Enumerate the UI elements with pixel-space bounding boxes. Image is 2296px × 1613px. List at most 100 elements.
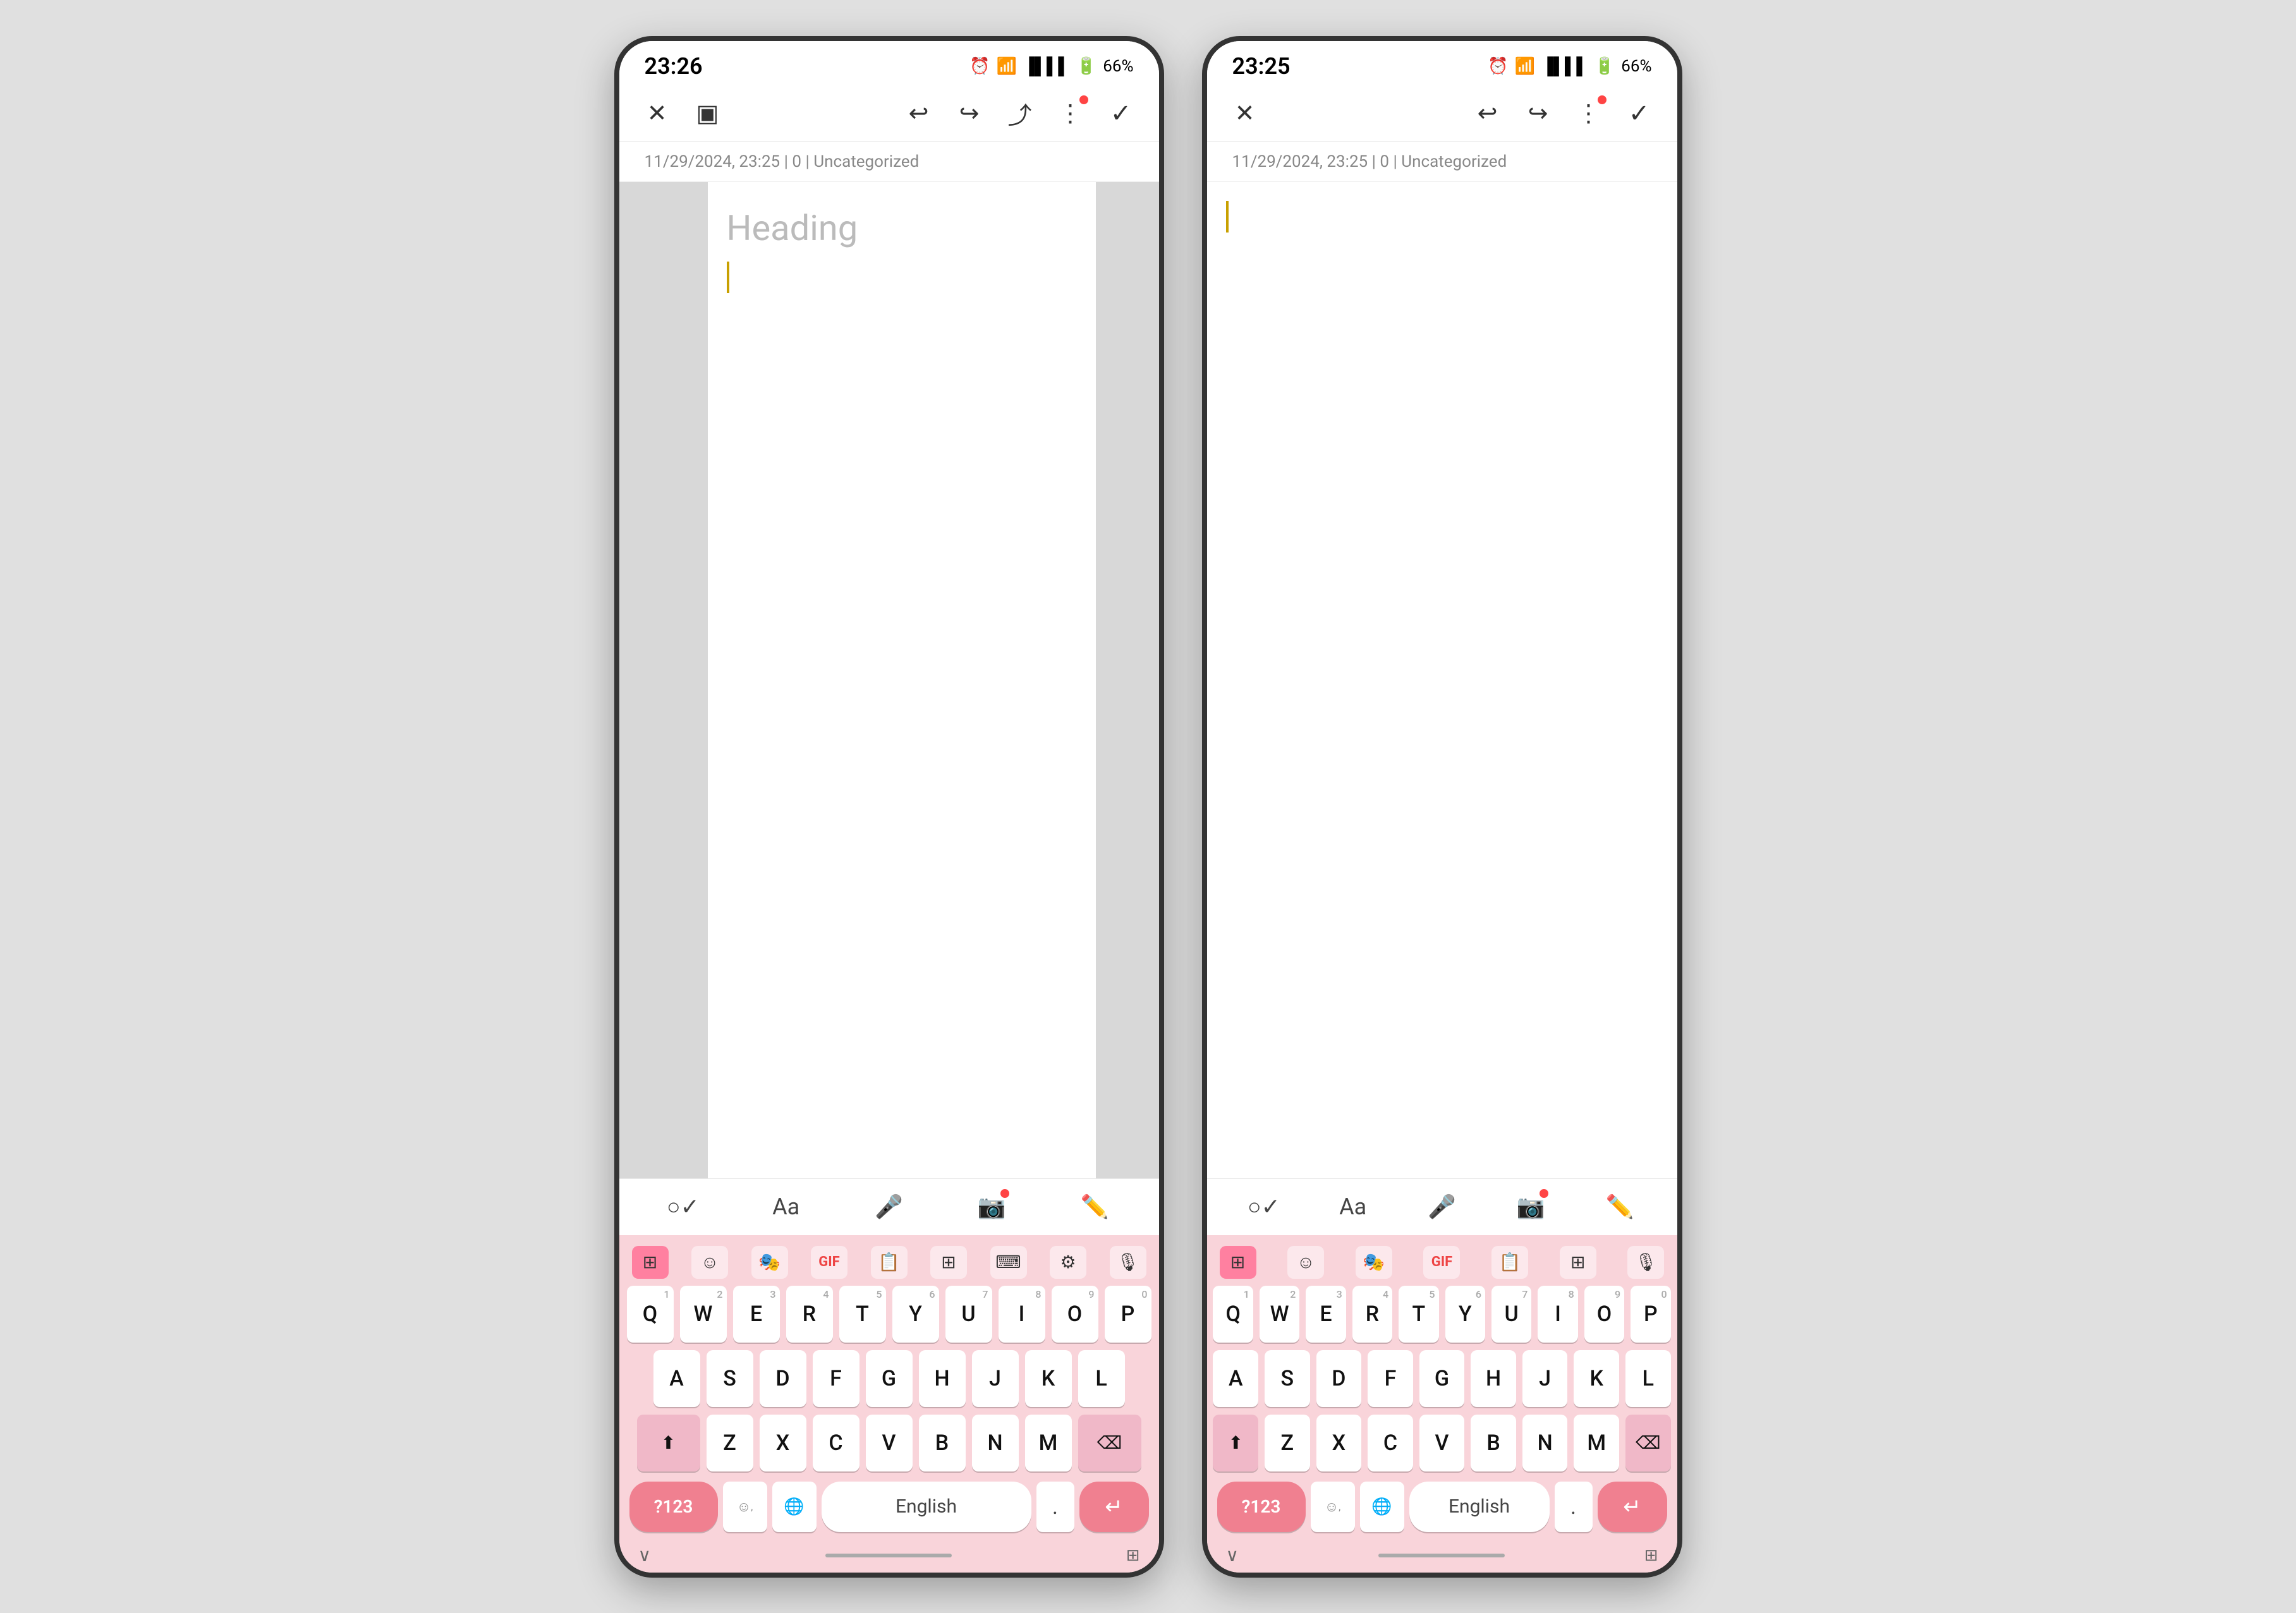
- key-u[interactable]: U7: [945, 1286, 992, 1343]
- key-i[interactable]: I8: [999, 1286, 1045, 1343]
- close-button-r[interactable]: ✕: [1226, 94, 1264, 132]
- space-key[interactable]: English: [822, 1482, 1031, 1532]
- key-x[interactable]: X: [760, 1415, 806, 1471]
- kb-emoji-icon-r[interactable]: ☺: [1287, 1246, 1324, 1279]
- key-u-r[interactable]: U7: [1491, 1286, 1531, 1343]
- voice-icon[interactable]: 🎤: [870, 1188, 908, 1226]
- num-key[interactable]: ?123: [629, 1482, 718, 1532]
- emoji-key[interactable]: ☺,: [723, 1482, 767, 1532]
- key-j-r[interactable]: J: [1522, 1350, 1568, 1407]
- key-y[interactable]: Y6: [892, 1286, 939, 1343]
- shift-key-r[interactable]: ⬆: [1213, 1415, 1258, 1471]
- text-format-icon[interactable]: Aa: [767, 1188, 805, 1226]
- camera-icon[interactable]: 📷: [973, 1188, 1011, 1226]
- kb-numpad-icon-r[interactable]: ⊞: [1560, 1246, 1596, 1279]
- check-circle-icon[interactable]: ○✓: [664, 1188, 702, 1226]
- kb-chevron-right[interactable]: ∨: [1226, 1545, 1239, 1566]
- key-d[interactable]: D: [760, 1350, 806, 1407]
- kb-apps-icon-r[interactable]: ⊞: [1220, 1246, 1256, 1279]
- kb-sticker-icon-r[interactable]: 🎭: [1356, 1246, 1392, 1279]
- kb-emoji-icon[interactable]: ☺: [691, 1246, 728, 1279]
- kb-clipboard-icon[interactable]: 📋: [871, 1246, 908, 1279]
- key-p[interactable]: P0: [1105, 1286, 1151, 1343]
- key-v-r[interactable]: V: [1419, 1415, 1465, 1471]
- key-t-r[interactable]: T5: [1399, 1286, 1438, 1343]
- more-button-r[interactable]: ⋮: [1570, 94, 1608, 132]
- globe-key-r[interactable]: 🌐: [1360, 1482, 1404, 1532]
- check-circle-icon-r[interactable]: ○✓: [1245, 1188, 1283, 1226]
- space-key-r[interactable]: English: [1409, 1482, 1550, 1532]
- key-g-r[interactable]: G: [1419, 1350, 1465, 1407]
- backspace-key-r[interactable]: ⌫: [1625, 1415, 1671, 1471]
- enter-key-r[interactable]: ↵: [1598, 1482, 1667, 1532]
- kb-settings-icon[interactable]: ⚙: [1050, 1246, 1086, 1279]
- panel-button[interactable]: ▣: [689, 94, 727, 132]
- key-m-r[interactable]: M: [1574, 1415, 1619, 1471]
- key-o-r[interactable]: O9: [1584, 1286, 1624, 1343]
- key-p-r[interactable]: P0: [1631, 1286, 1670, 1343]
- key-s-r[interactable]: S: [1265, 1350, 1310, 1407]
- dot-key[interactable]: .: [1036, 1482, 1074, 1532]
- confirm-button[interactable]: ✓: [1102, 94, 1140, 132]
- key-h-r[interactable]: H: [1471, 1350, 1516, 1407]
- redo-button[interactable]: ↪: [951, 94, 988, 132]
- key-s[interactable]: S: [707, 1350, 753, 1407]
- key-c[interactable]: C: [813, 1415, 859, 1471]
- key-i-r[interactable]: I8: [1538, 1286, 1577, 1343]
- key-g[interactable]: G: [866, 1350, 913, 1407]
- key-v[interactable]: V: [866, 1415, 913, 1471]
- key-w[interactable]: W2: [680, 1286, 727, 1343]
- undo-button-r[interactable]: ↩: [1469, 94, 1507, 132]
- key-b-r[interactable]: B: [1471, 1415, 1516, 1471]
- key-m[interactable]: M: [1025, 1415, 1072, 1471]
- key-b[interactable]: B: [919, 1415, 966, 1471]
- redo-button-r[interactable]: ↪: [1519, 94, 1557, 132]
- dot-key-r[interactable]: .: [1555, 1482, 1593, 1532]
- key-h[interactable]: H: [919, 1350, 966, 1407]
- key-a-r[interactable]: A: [1213, 1350, 1258, 1407]
- key-z[interactable]: Z: [707, 1415, 753, 1471]
- key-n[interactable]: N: [972, 1415, 1019, 1471]
- key-k[interactable]: K: [1025, 1350, 1072, 1407]
- num-key-r[interactable]: ?123: [1217, 1482, 1306, 1532]
- key-q[interactable]: Q1: [627, 1286, 674, 1343]
- shift-key[interactable]: ⬆: [637, 1415, 700, 1471]
- kb-mic-icon[interactable]: 🎙: [1110, 1246, 1146, 1279]
- kb-clipboard-icon-r[interactable]: 📋: [1491, 1246, 1528, 1279]
- undo-button[interactable]: ↩: [900, 94, 938, 132]
- key-d-r[interactable]: D: [1316, 1350, 1362, 1407]
- key-l[interactable]: L: [1078, 1350, 1125, 1407]
- share-button[interactable]: ⤴: [1001, 94, 1039, 132]
- key-a[interactable]: A: [653, 1350, 700, 1407]
- confirm-button-r[interactable]: ✓: [1620, 94, 1658, 132]
- pen-icon[interactable]: ✏️: [1076, 1188, 1114, 1226]
- key-r[interactable]: R4: [786, 1286, 833, 1343]
- more-button[interactable]: ⋮: [1052, 94, 1090, 132]
- key-e-r[interactable]: E3: [1306, 1286, 1345, 1343]
- kb-chevron-left[interactable]: ∨: [638, 1545, 652, 1566]
- key-w-r[interactable]: W2: [1260, 1286, 1299, 1343]
- key-q-r[interactable]: Q1: [1213, 1286, 1253, 1343]
- kb-apps-icon[interactable]: ⊞: [632, 1246, 669, 1279]
- key-x-r[interactable]: X: [1316, 1415, 1362, 1471]
- camera-icon-r[interactable]: 📷: [1512, 1188, 1550, 1226]
- kb-hide-icon[interactable]: ⌨: [990, 1246, 1027, 1279]
- text-format-icon-r[interactable]: Aa: [1334, 1188, 1372, 1226]
- enter-key[interactable]: ↵: [1079, 1482, 1149, 1532]
- key-t[interactable]: T5: [839, 1286, 886, 1343]
- key-f[interactable]: F: [813, 1350, 859, 1407]
- key-n-r[interactable]: N: [1522, 1415, 1568, 1471]
- key-c-r[interactable]: C: [1368, 1415, 1413, 1471]
- backspace-key[interactable]: ⌫: [1078, 1415, 1141, 1471]
- key-k-r[interactable]: K: [1574, 1350, 1619, 1407]
- key-o[interactable]: O9: [1052, 1286, 1098, 1343]
- key-r-r[interactable]: R4: [1352, 1286, 1392, 1343]
- key-j[interactable]: J: [972, 1350, 1019, 1407]
- key-z-r[interactable]: Z: [1265, 1415, 1310, 1471]
- kb-gif-icon[interactable]: GIF: [811, 1246, 847, 1279]
- emoji-key-r[interactable]: ☺,: [1311, 1482, 1355, 1532]
- close-button[interactable]: ✕: [638, 94, 676, 132]
- editor-content-left[interactable]: Heading: [708, 182, 1096, 1178]
- key-e[interactable]: E3: [733, 1286, 780, 1343]
- globe-key[interactable]: 🌐: [772, 1482, 817, 1532]
